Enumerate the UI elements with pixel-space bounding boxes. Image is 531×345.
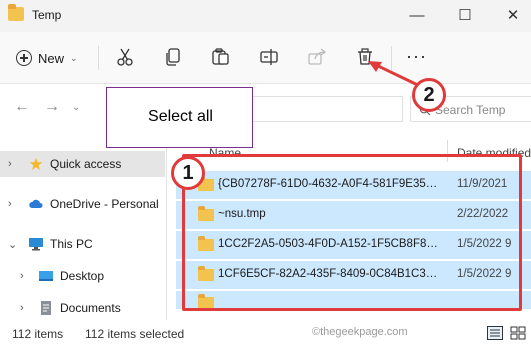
recent-chevron-icon[interactable]: ⌄ bbox=[72, 102, 80, 113]
search-placeholder: Search Temp bbox=[435, 103, 506, 117]
chevron-down-icon: ⌄ bbox=[70, 52, 78, 63]
sidebar-item-this-pc[interactable]: ⌄ This PC bbox=[0, 231, 165, 257]
forward-arrow-icon[interactable]: → bbox=[44, 98, 60, 116]
status-bar: 112 items 112 items selected bbox=[0, 322, 531, 345]
new-button[interactable]: New ⌄ bbox=[16, 47, 78, 69]
tiles-view-icon[interactable] bbox=[510, 326, 526, 340]
title-bar: Temp — ☐ ✕ bbox=[0, 0, 531, 32]
desktop-icon bbox=[39, 271, 53, 281]
details-view-icon[interactable] bbox=[487, 326, 503, 340]
chevron-right-icon[interactable]: › bbox=[20, 270, 24, 282]
new-button-label: New bbox=[38, 50, 65, 66]
sidebar-item-label: Quick access bbox=[50, 157, 122, 171]
sidebar-item-label: OneDrive - Personal bbox=[50, 197, 159, 211]
step-badge-2: 2 bbox=[412, 78, 446, 112]
watermark: ©thegeekpage.com bbox=[312, 326, 408, 338]
sidebar-divider bbox=[166, 140, 167, 320]
rename-icon[interactable] bbox=[258, 46, 280, 68]
maximize-button[interactable]: ☐ bbox=[453, 6, 477, 26]
command-bar: New ⌄ ··· bbox=[0, 32, 531, 84]
chevron-right-icon[interactable]: › bbox=[20, 302, 24, 314]
sidebar-item-label: Desktop bbox=[60, 269, 105, 283]
window-title: Temp bbox=[32, 8, 62, 22]
item-count: 112 items bbox=[12, 327, 64, 341]
step-badge-1: 1 bbox=[171, 156, 205, 190]
sidebar-item-label: Documents bbox=[60, 301, 121, 315]
cut-icon[interactable] bbox=[114, 46, 136, 68]
share-icon[interactable] bbox=[306, 46, 328, 68]
callout-label: Select all bbox=[148, 108, 213, 125]
selection-highlight-box bbox=[182, 154, 522, 311]
toolbar-divider bbox=[98, 46, 99, 70]
copy-icon[interactable] bbox=[162, 46, 184, 68]
chevron-right-icon[interactable]: › bbox=[8, 158, 12, 170]
folder-icon bbox=[8, 4, 24, 21]
cloud-icon bbox=[29, 199, 43, 208]
monitor-icon bbox=[29, 238, 43, 251]
sidebar-item-desktop[interactable]: › Desktop bbox=[0, 263, 165, 289]
minimize-button[interactable]: — bbox=[405, 6, 429, 26]
star-icon bbox=[29, 157, 43, 171]
chevron-down-icon[interactable]: ⌄ bbox=[8, 238, 17, 251]
back-arrow-icon[interactable]: ← bbox=[14, 98, 30, 116]
close-button[interactable]: ✕ bbox=[501, 6, 525, 26]
sidebar-item-documents[interactable]: › Documents bbox=[0, 295, 165, 321]
sidebar-item-onedrive[interactable]: › OneDrive - Personal bbox=[0, 191, 165, 217]
documents-icon bbox=[41, 301, 51, 315]
select-all-callout: Select all bbox=[106, 87, 253, 148]
sidebar-item-label: This PC bbox=[50, 237, 93, 251]
selected-count: 112 items selected bbox=[85, 327, 185, 341]
plus-icon bbox=[16, 50, 32, 66]
paste-icon[interactable] bbox=[210, 46, 232, 68]
chevron-right-icon[interactable]: › bbox=[8, 198, 12, 210]
sidebar-item-quick-access[interactable]: › Quick access bbox=[0, 151, 165, 177]
